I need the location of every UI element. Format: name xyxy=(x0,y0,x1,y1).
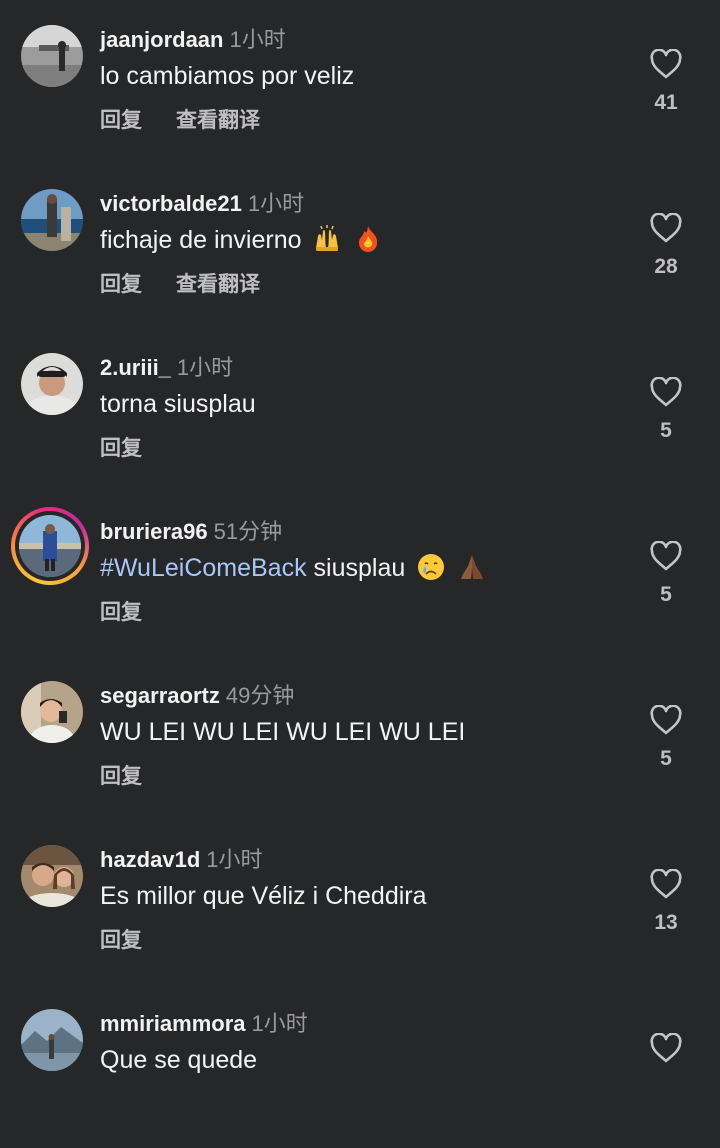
comment-text: #WuLeiComeBack siusplau xyxy=(100,552,487,584)
folded-hands-emoji xyxy=(461,555,484,579)
comment-item: victorbalde21 1小时 fichaje de invierno 回复 查… xyxy=(0,164,720,328)
comment-text: Es millor que Véliz i Cheddira xyxy=(100,880,427,912)
reply-button[interactable]: 回复 xyxy=(100,107,142,135)
avatar[interactable] xyxy=(21,1009,83,1071)
comment-actions: 回复 查看翻译 xyxy=(100,271,260,299)
comment-header: bruriera96 51分钟 xyxy=(100,518,282,546)
avatar[interactable] xyxy=(21,353,83,415)
comment-item: segarraortz 49分钟 WU LEI WU LEI WU LEI WU … xyxy=(0,656,720,820)
comment-header: hazdav1d 1小时 xyxy=(100,846,263,874)
comment-text: WU LEI WU LEI WU LEI WU LEI xyxy=(100,716,465,748)
fire-emoji xyxy=(359,226,378,252)
like-control: 5 xyxy=(646,705,686,771)
avatar[interactable] xyxy=(21,189,83,251)
username[interactable]: jaanjordaan xyxy=(100,27,223,52)
avatar[interactable] xyxy=(21,681,83,743)
reply-button[interactable]: 回复 xyxy=(100,763,142,791)
timestamp: 1小时 xyxy=(251,1011,308,1036)
comment-header: mmiriammora 1小时 xyxy=(100,1010,308,1038)
comment-body: lo cambiamos por veliz xyxy=(100,62,355,90)
like-control xyxy=(646,1033,686,1063)
comment-header: segarraortz 49分钟 xyxy=(100,682,294,710)
comment-header: victorbalde21 1小时 xyxy=(100,190,304,218)
like-count: 13 xyxy=(654,911,678,934)
comment-item: bruriera96 51分钟 #WuLeiComeBack siusplau 回… xyxy=(0,492,720,656)
heart-icon[interactable] xyxy=(650,705,682,735)
avatar[interactable] xyxy=(21,25,83,87)
comment-header: 2.uriii_ 1小时 xyxy=(100,354,233,382)
comment-body: WU LEI WU LEI WU LEI WU LEI xyxy=(100,718,466,746)
like-count: 5 xyxy=(660,583,672,606)
username[interactable]: hazdav1d xyxy=(100,847,200,872)
like-control: 41 xyxy=(646,49,686,115)
reply-button[interactable]: 回复 xyxy=(100,927,142,955)
comment-body: siusplau xyxy=(306,554,406,582)
crying-face-emoji xyxy=(418,554,445,580)
comment-body: Es millor que Véliz i Cheddira xyxy=(100,882,427,910)
timestamp: 1小时 xyxy=(176,355,234,380)
comment-body: torna siusplau xyxy=(100,390,256,418)
hashtag-link[interactable]: #WuLeiComeBack xyxy=(100,554,307,582)
comment-actions: 回复 查看翻译 xyxy=(100,107,260,135)
heart-icon[interactable] xyxy=(650,377,682,407)
avatar-with-story-ring[interactable] xyxy=(11,507,89,585)
username[interactable]: segarraortz xyxy=(100,683,220,708)
comment-item: 2.uriii_ 1小时 torna siusplau 回复 5 xyxy=(0,328,720,492)
like-control: 5 xyxy=(646,541,686,607)
like-count: 41 xyxy=(654,91,678,114)
heart-icon[interactable] xyxy=(650,49,682,79)
avatar[interactable] xyxy=(21,845,83,907)
heart-icon[interactable] xyxy=(650,541,682,571)
comment-body: fichaje de invierno xyxy=(100,226,302,254)
comment-actions: 回复 xyxy=(100,599,176,627)
timestamp: 1小时 xyxy=(206,847,263,872)
reply-button[interactable]: 回复 xyxy=(100,435,142,463)
timestamp: 51分钟 xyxy=(213,519,283,544)
comment-actions: 回复 xyxy=(100,927,176,955)
username[interactable]: mmiriammora xyxy=(100,1011,246,1036)
username[interactable]: bruriera96 xyxy=(100,519,208,544)
comment-item: jaanjordaan 1小时 lo cambiamos por veliz 回复… xyxy=(0,0,720,164)
timestamp: 49分钟 xyxy=(225,683,295,708)
comment-body: Que se quede xyxy=(100,1046,258,1074)
timestamp: 1小时 xyxy=(247,191,305,216)
comment-item: mmiriammora 1小时 Que se quede xyxy=(0,984,720,1148)
raising-hands-emoji xyxy=(316,225,339,251)
heart-icon[interactable] xyxy=(650,1033,682,1063)
comment-actions: 回复 xyxy=(100,763,176,791)
heart-icon[interactable] xyxy=(650,869,682,899)
comment-text: torna siusplau xyxy=(100,388,256,420)
like-control: 13 xyxy=(646,869,686,935)
like-control: 5 xyxy=(646,377,686,443)
like-count: 5 xyxy=(660,419,672,442)
see-translation-button[interactable]: 查看翻译 xyxy=(176,107,260,135)
comment-text: fichaje de invierno xyxy=(100,224,383,256)
reply-button[interactable]: 回复 xyxy=(100,599,142,627)
comment-text: lo cambiamos por veliz xyxy=(100,60,354,92)
like-control: 28 xyxy=(646,213,686,279)
username[interactable]: 2.uriii_ xyxy=(100,355,171,380)
username[interactable]: victorbalde21 xyxy=(100,191,242,216)
comment-item: hazdav1d 1小时 Es millor que Véliz i Cheddi… xyxy=(0,820,720,984)
like-count: 5 xyxy=(660,747,672,770)
see-translation-button[interactable]: 查看翻译 xyxy=(176,271,260,299)
heart-icon[interactable] xyxy=(650,213,682,243)
comment-actions: 回复 xyxy=(100,435,176,463)
comment-header: jaanjordaan 1小时 xyxy=(100,26,286,54)
comment-text: Que se quede xyxy=(100,1044,257,1076)
like-count: 28 xyxy=(654,255,678,278)
timestamp: 1小时 xyxy=(229,27,286,52)
reply-button[interactable]: 回复 xyxy=(100,271,142,299)
